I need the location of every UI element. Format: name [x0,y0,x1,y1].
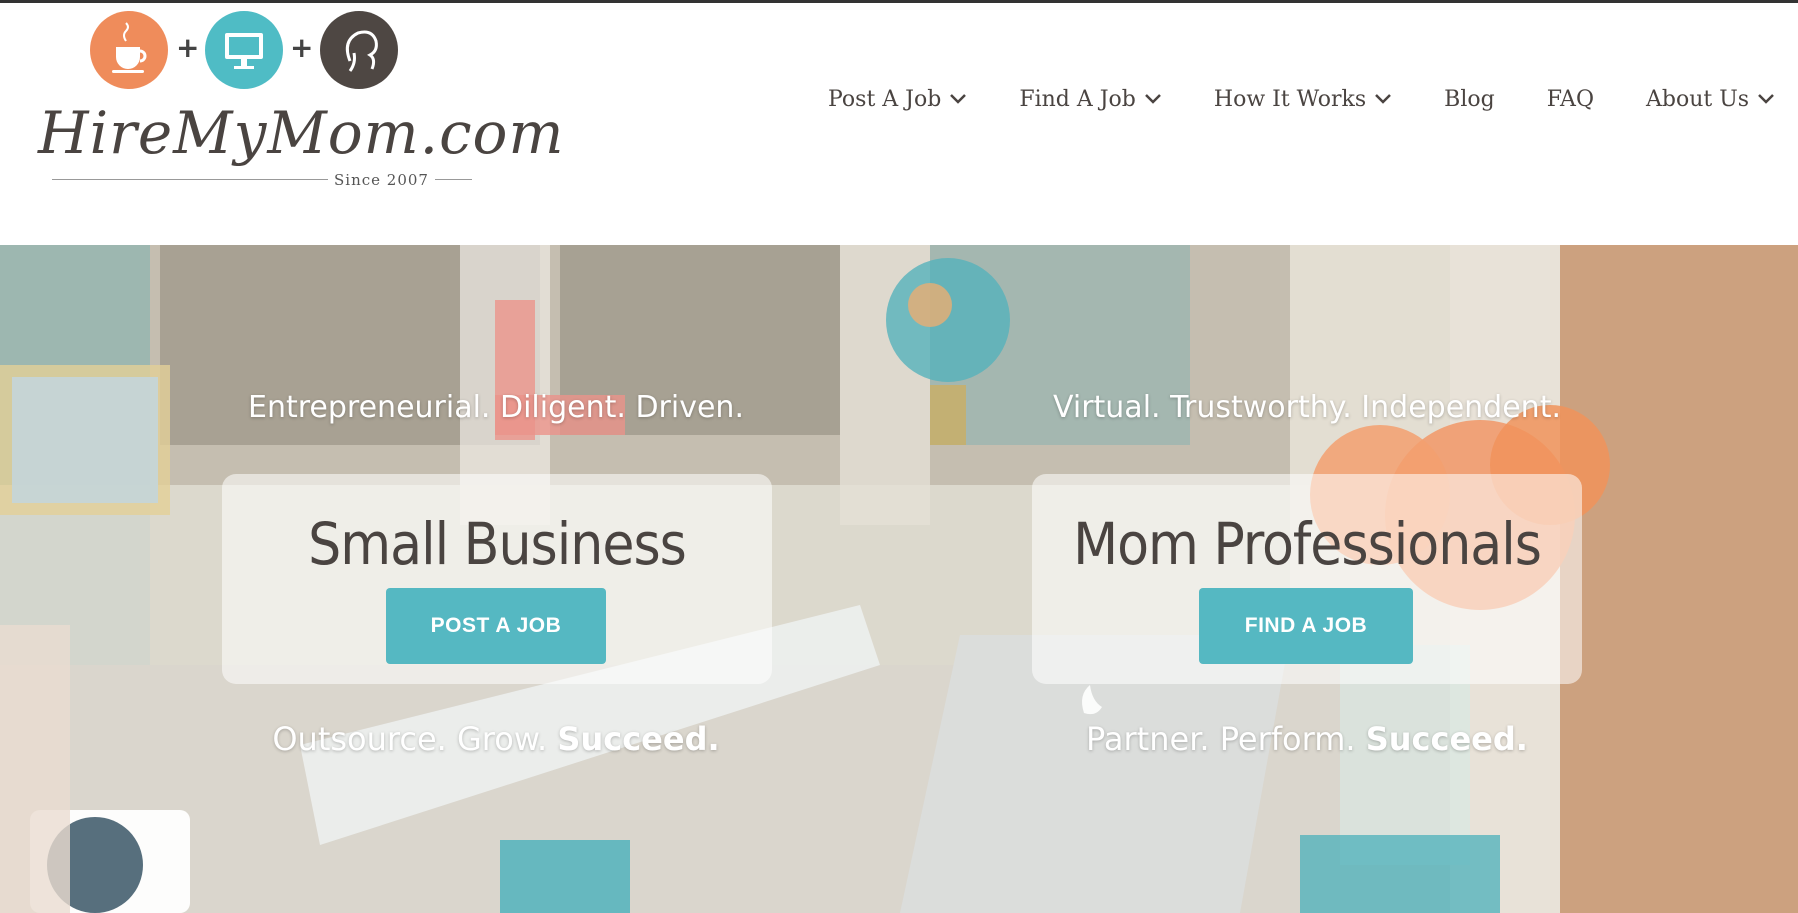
hero-left-tagline: Entrepreneurial. Diligent. Driven. [248,390,744,425]
small-business-title: Small Business [308,510,687,578]
subtagline-emphasis: Succeed. [1365,720,1528,758]
post-a-job-button[interactable]: POST A JOB [386,588,606,664]
coffee-cup-icon [90,11,168,89]
nav-item-faq[interactable]: FAQ [1547,87,1594,112]
plus-icon: + [290,31,314,64]
nav-item-about-us[interactable]: About Us [1646,87,1775,112]
subtagline-text: Partner. Perform. [1086,720,1366,758]
logo-wordmark: HireMyMom.com [38,99,565,167]
hero-right-subtagline: Partner. Perform. Succeed. [997,720,1617,758]
nav-item-find-a-job[interactable]: Find A Job [1019,87,1162,112]
plus-icon: + [176,31,200,64]
nav-item-post-a-job[interactable]: Post A Job [828,87,967,112]
nav-item-how-it-works[interactable]: How It Works [1214,87,1392,112]
subtagline-text: Outsource. Grow. [272,720,558,758]
subtagline-emphasis: Succeed. [557,720,720,758]
nav-item-blog[interactable]: Blog [1444,87,1495,112]
nav-item-label: How It Works [1213,86,1367,112]
nav-item-label: FAQ [1546,86,1594,112]
logo-since: Since 2007 [328,171,435,189]
mom-professionals-card: Mom Professionals FIND A JOB [1032,474,1582,684]
mom-professionals-title: Mom Professionals [1073,510,1542,578]
main-nav: Post A Job Find A Job How It Works Blog … [800,79,1775,119]
logo-icons: + + [90,9,430,93]
chevron-down-icon [1375,94,1392,104]
nav-item-label: About Us [1645,86,1750,112]
hero-section: Entrepreneurial. Diligent. Driven. Virtu… [0,245,1798,913]
site-header: + + HireMyMom.com Since 2007 Post A Job … [0,3,1798,245]
computer-monitor-icon [205,11,283,89]
nav-item-label: Find A Job [1019,86,1136,112]
site-logo[interactable]: + + HireMyMom.com Since 2007 [38,7,565,207]
hero-right-tagline: Virtual. Trustworthy. Independent. [1053,390,1561,425]
hero-left-subtagline: Outsource. Grow. Succeed. [186,720,806,758]
nav-item-label: Post A Job [828,86,942,112]
mom-silhouette-icon [320,11,398,89]
chevron-down-icon [1145,94,1161,104]
chevron-down-icon [950,94,967,104]
chevron-down-icon [1758,94,1774,104]
nav-item-label: Blog [1444,86,1495,112]
find-a-job-button[interactable]: FIND A JOB [1199,588,1413,664]
small-business-card: Small Business POST A JOB [222,474,772,684]
